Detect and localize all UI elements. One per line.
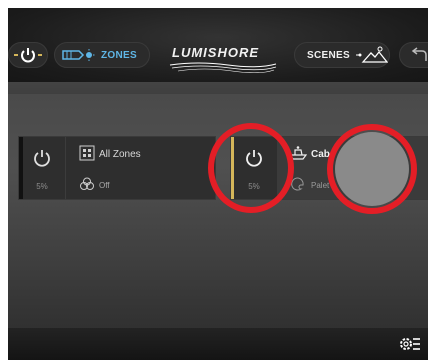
- color-rings-icon: [80, 177, 94, 190]
- mountain-icon: [355, 46, 388, 63]
- zone-card-all-zones[interactable]: 5% All Zones Off: [18, 136, 216, 200]
- scenes-label: SCENES: [307, 49, 350, 61]
- grid-icon: [79, 145, 95, 161]
- zone-status: Off: [99, 181, 110, 190]
- back-arrow-icon: [411, 47, 427, 61]
- zone-status: Palet: [311, 181, 330, 190]
- zones-button[interactable]: ZONES: [54, 42, 150, 68]
- brand-logo: LUMISHORE: [168, 45, 278, 73]
- logo-waves: [169, 62, 277, 73]
- annotation-circle-panel: [327, 124, 417, 214]
- header-bar: ZONES LUMISHORE SCENES: [8, 8, 428, 82]
- zone-brightness: 5%: [36, 182, 48, 191]
- gear-icon[interactable]: [398, 334, 422, 354]
- logo-text: LUMISHORE: [172, 45, 259, 60]
- app-window: ZONES LUMISHORE SCENES 5% All Zones Off …: [8, 8, 428, 360]
- power-icon: [14, 48, 42, 63]
- scenes-button[interactable]: SCENES: [294, 42, 390, 68]
- annotation-circle-power: [208, 123, 294, 213]
- zone-name: All Zones: [99, 149, 141, 160]
- header-underline: [8, 82, 428, 94]
- footer-bar: [8, 328, 428, 360]
- palette-icon: [291, 177, 304, 191]
- power-icon: [34, 150, 50, 167]
- zones-label: ZONES: [101, 49, 137, 61]
- zone-power-control[interactable]: 5%: [19, 137, 66, 199]
- spotlight-icon: [62, 49, 95, 61]
- master-power-button[interactable]: [8, 42, 48, 68]
- back-button[interactable]: [399, 42, 428, 68]
